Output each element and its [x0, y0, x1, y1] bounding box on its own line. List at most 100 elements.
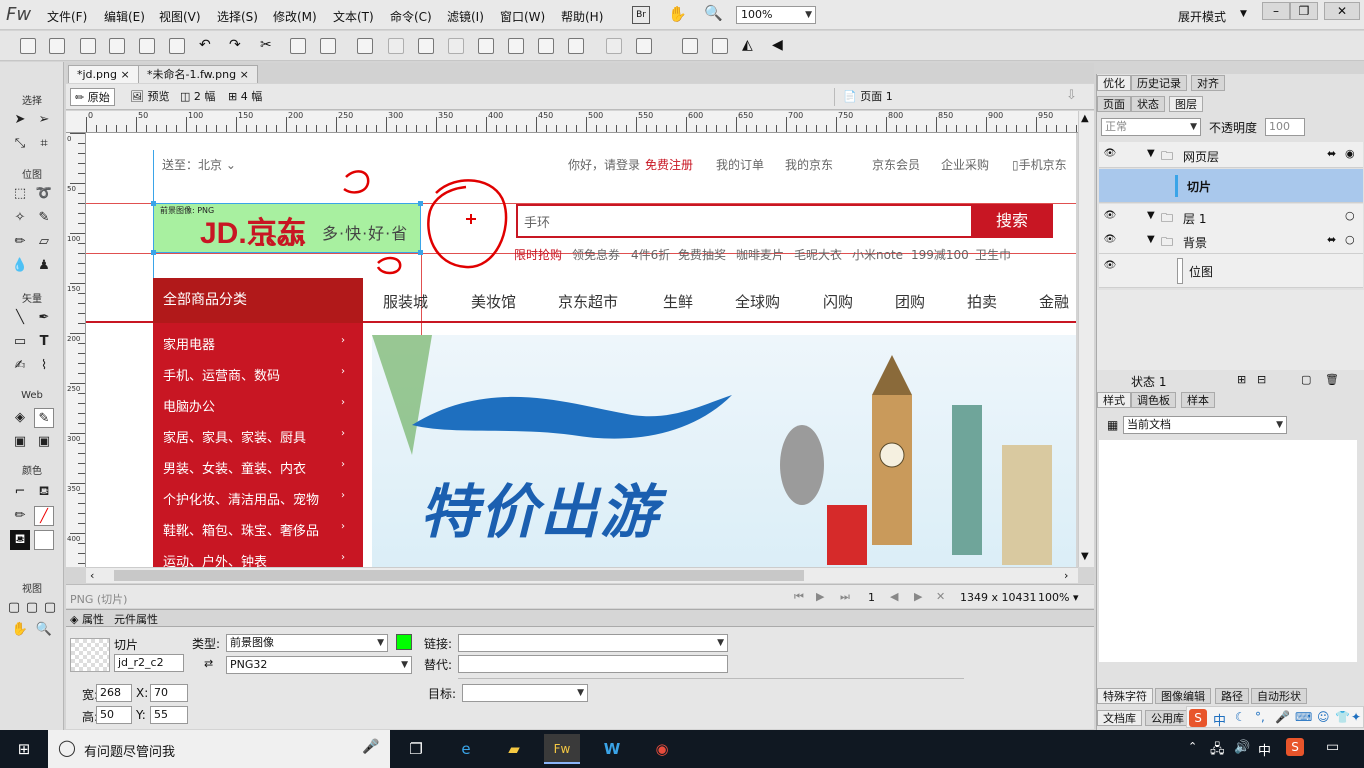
full-screen-icon[interactable]: ▢ [40, 598, 60, 618]
move-layer-icon[interactable]: ⬌ [1327, 233, 1336, 246]
layer-radio-icon[interactable]: ○ [1345, 209, 1355, 222]
task-view-icon[interactable]: ❐ [398, 734, 434, 764]
flip-horizontal-icon[interactable]: ◭ [742, 37, 753, 53]
sogou-icon[interactable]: S [1286, 738, 1304, 756]
category-item[interactable]: 运动、户外、钟表 [163, 551, 267, 567]
category-item[interactable]: 个护化妆、清洁用品、宠物 [163, 489, 319, 508]
menu-file[interactable]: 文件(F) [47, 8, 87, 25]
minimize-button[interactable]: – [1262, 2, 1290, 20]
punctuation-icon[interactable]: °, [1255, 710, 1265, 724]
voice-icon[interactable]: 🎤 [1275, 710, 1290, 724]
expand-icon[interactable]: ▼ [1147, 148, 1155, 159]
new-icon[interactable] [20, 38, 36, 54]
slice-handle[interactable] [151, 201, 156, 206]
hot-word[interactable]: 卫生巾 [975, 246, 1011, 263]
magic-wand-icon[interactable]: ✧ [10, 208, 30, 228]
stamp-tool-icon[interactable]: ♟ [34, 256, 54, 276]
print-icon[interactable] [169, 38, 185, 54]
slice-handle[interactable] [151, 250, 156, 255]
tab-layers[interactable]: 图层 [1169, 96, 1203, 112]
emoji-icon[interactable]: ☺ [1317, 710, 1330, 724]
restore-button[interactable]: ❐ [1290, 2, 1318, 20]
copy-icon[interactable] [290, 38, 306, 54]
view-4up-button[interactable]: ⊞ 4 幅 [224, 88, 266, 106]
tab-optimize[interactable]: 优化 [1097, 75, 1131, 91]
my-jd-link[interactable]: 我的京东 [785, 156, 833, 173]
blend-mode-select[interactable]: 正常 ▼ [1101, 118, 1201, 136]
zoom-select[interactable]: 100% ▼ [736, 6, 816, 24]
horizontal-scrollbar[interactable]: ‹ › [86, 567, 1078, 583]
nav-item[interactable]: 闪购 [823, 291, 853, 312]
doc-tab-untitled[interactable]: *未命名-1.fw.png × [138, 65, 258, 83]
knife-tool-icon[interactable]: ⌇ [34, 356, 54, 376]
join-icon[interactable] [418, 38, 434, 54]
eye-icon[interactable]: 👁 [1103, 260, 1117, 274]
stroke-color-icon[interactable]: ✏ [10, 506, 30, 526]
stroke-swatch[interactable]: ╱ [34, 506, 54, 526]
width-field[interactable]: 268 [96, 684, 132, 702]
ime-indicator[interactable]: 中 [1258, 740, 1271, 759]
cut-icon[interactable]: ✂ [260, 37, 272, 53]
link-input[interactable]: ▼ [458, 634, 728, 652]
nav-item[interactable]: 生鲜 [663, 291, 693, 312]
close-button[interactable]: ✕ [1324, 2, 1360, 20]
layer-radio-icon[interactable]: ○ [1345, 233, 1355, 246]
page-options-icon[interactable]: ⇩ [1066, 88, 1077, 103]
nav-item[interactable]: 美妆馆 [471, 291, 516, 312]
canvas[interactable]: 送至：北京 ⌄ 你好，请登录 免费注册 我的订单 我的京东 京东会员 企业采购 … [86, 133, 1076, 567]
undo-icon[interactable]: ↶ [199, 37, 211, 53]
layer-row-bitmap[interactable]: 👁 位图 [1099, 254, 1363, 288]
fill-swatch[interactable] [34, 530, 54, 550]
tab-styles[interactable]: 样式 [1097, 392, 1131, 408]
canvas-size[interactable]: 1349 x 10431 [960, 591, 1037, 604]
eye-icon[interactable]: 👁 [1103, 210, 1117, 224]
subselect-tool-icon[interactable]: ➢ [34, 110, 54, 130]
hot-word[interactable]: 199减100 [911, 246, 969, 263]
sogou-logo-icon[interactable]: S [1189, 709, 1207, 727]
symbol-properties-tab[interactable]: 元件属性 [114, 611, 158, 627]
pointer-tool-icon[interactable]: ➤ [10, 110, 30, 130]
target-select[interactable]: ▼ [462, 684, 588, 702]
stop-icon[interactable]: ✕ [936, 590, 945, 603]
move-layer-icon[interactable]: ⬌ [1327, 147, 1336, 160]
new-sublayer-icon[interactable]: ⊞ [1237, 373, 1246, 386]
nav-item[interactable]: 服装城 [383, 291, 428, 312]
enterprise-link[interactable]: 企业采购 [941, 156, 989, 173]
brush-tool-icon[interactable]: ✎ [34, 208, 54, 228]
tab-common-library[interactable]: 公用库 [1145, 710, 1190, 726]
hot-word[interactable]: 领免息券 [572, 246, 620, 263]
all-categories[interactable]: 全部商品分类 [153, 278, 363, 323]
line-tool-icon[interactable]: ╲ [10, 308, 30, 328]
workspace-switcher[interactable]: 展开模式 [1178, 8, 1226, 25]
fireworks-icon[interactable]: Fw [544, 734, 580, 764]
tab-swatches[interactable]: 调色板 [1131, 392, 1176, 408]
hand-tool-icon[interactable]: ✋ [10, 620, 30, 640]
freeform-tool-icon[interactable]: ✍ [10, 356, 30, 376]
network-icon[interactable]: 🖧 [1210, 740, 1225, 762]
bridge-icon[interactable]: Br [632, 6, 650, 24]
scroll-left-icon[interactable]: ‹ [90, 569, 94, 582]
text-tool-icon[interactable]: T [34, 332, 54, 352]
styles-list[interactable] [1099, 440, 1357, 662]
menu-help[interactable]: 帮助(H) [561, 8, 603, 25]
height-field[interactable]: 50 [96, 706, 132, 724]
frame-prev-icon[interactable]: ◀ [890, 590, 898, 603]
volume-icon[interactable]: 🔊 [1234, 740, 1250, 755]
frame-last-icon[interactable]: ⏭ [840, 590, 850, 604]
style-source-select[interactable]: 当前文档 ▼ [1123, 416, 1287, 434]
nav-item[interactable]: 京东超市 [558, 291, 618, 312]
zoom-icon[interactable]: 🔍 [704, 4, 723, 22]
tab-states[interactable]: 状态 [1131, 96, 1165, 112]
frame-play-icon[interactable]: ▶ [816, 590, 824, 603]
format-select[interactable]: PNG32 ▼ [226, 656, 412, 674]
bring-forward-icon[interactable] [508, 38, 524, 54]
lasso-tool-icon[interactable]: ➰ [34, 184, 54, 204]
marquee-tool-icon[interactable]: ⬚ [10, 184, 30, 204]
ime-mode-toggle[interactable]: 中 [1213, 710, 1226, 729]
hand-icon[interactable]: ✋ [668, 5, 687, 23]
blur-tool-icon[interactable]: 💧 [10, 256, 30, 276]
full-screen-menu-icon[interactable]: ▢ [22, 598, 42, 618]
zoom-tool-icon[interactable]: 🔍 [34, 620, 54, 640]
object-name-field[interactable]: jd_r2_c2 [114, 654, 184, 672]
nav-item[interactable]: 金融 [1039, 291, 1069, 312]
